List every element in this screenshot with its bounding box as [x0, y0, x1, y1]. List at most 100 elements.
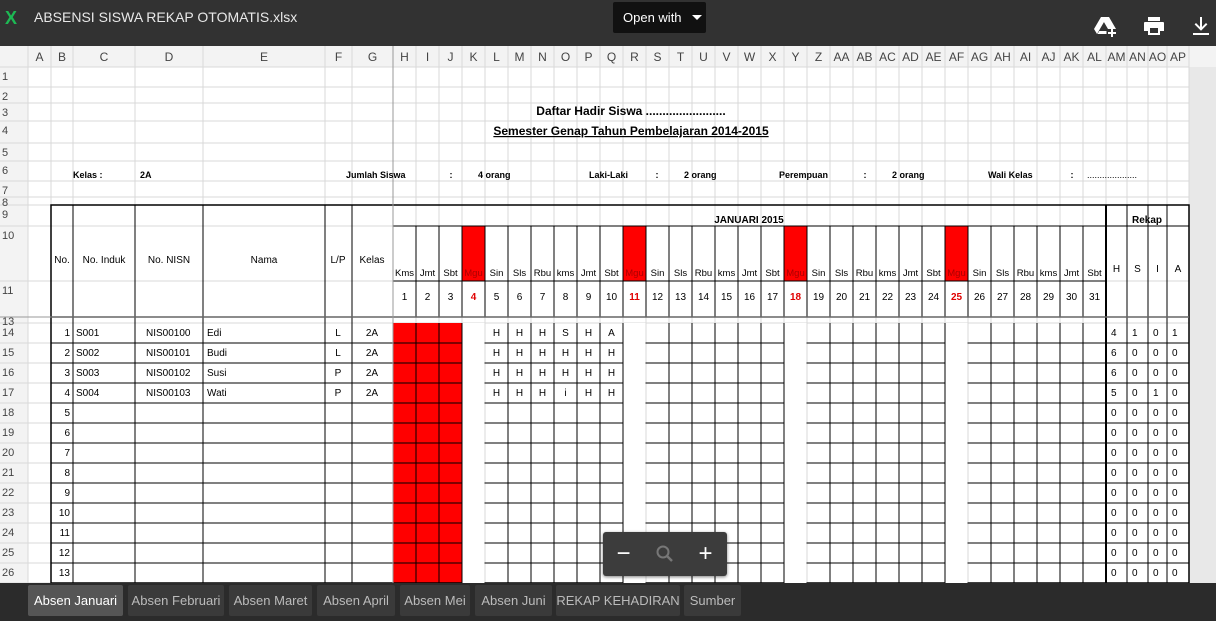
sheet-tab-7[interactable]: Sumber — [684, 585, 741, 616]
rekap-value: 0 — [1172, 348, 1178, 359]
date-5: 5 — [494, 292, 500, 303]
column-header-U: U — [699, 50, 708, 64]
sunday-column — [462, 323, 485, 583]
info-laki-label: Laki-Laki — [589, 170, 628, 180]
date-17: 17 — [767, 292, 779, 303]
attendance-mark: S — [562, 328, 569, 339]
zoom-in-button[interactable]: + — [685, 532, 726, 576]
attendance-mark: H — [516, 348, 523, 359]
rekap-value: 0 — [1153, 348, 1159, 359]
attendance-mark: H — [608, 368, 615, 379]
rekap-value: 0 — [1172, 368, 1178, 379]
sheet-tab-1[interactable]: Absen Februari — [128, 585, 224, 616]
rekap-value: 0 — [1132, 368, 1138, 379]
column-header-H: H — [400, 50, 409, 64]
column-header-F: F — [335, 50, 342, 64]
rekap-col-S: S — [1134, 264, 1141, 275]
row-header-16: 16 — [2, 367, 14, 379]
sheet-tab-3[interactable]: Absen April — [317, 585, 395, 616]
zoom-control: − + — [603, 532, 727, 576]
row-header-20: 20 — [2, 447, 14, 459]
header-induk: No. Induk — [83, 255, 127, 266]
attendance-mark: H — [562, 368, 569, 379]
row-header-9: 9 — [2, 209, 8, 221]
date-24: 24 — [928, 292, 940, 303]
student-nama: Susi — [207, 368, 226, 379]
attendance-mark: H — [585, 348, 592, 359]
column-header-J: J — [448, 50, 454, 64]
info-colon: : — [450, 170, 453, 180]
sheet-tab-4[interactable]: Absen Mei — [400, 585, 470, 616]
date-22: 22 — [882, 292, 894, 303]
open-with-button[interactable]: Open with — [613, 2, 706, 33]
spreadsheet-grid[interactable]: A B C D E F G H I J K L M N O P Q R S T U V W X Y Z AA AB AC AD AE AF AG… — [0, 46, 1216, 583]
zoom-out-button[interactable]: − — [603, 532, 644, 576]
student-no: 2 — [64, 348, 70, 359]
student-kelas: 2A — [366, 388, 379, 399]
day-name-12: Sin — [651, 268, 665, 279]
rekap-value: 0 — [1132, 448, 1138, 459]
day-name-27: Sls — [996, 268, 1009, 279]
attendance-mark: H — [493, 368, 500, 379]
day-name-28: Rbu — [1017, 268, 1034, 279]
student-no: 5 — [64, 408, 70, 419]
info-colon: : — [656, 170, 659, 180]
date-2: 2 — [425, 292, 431, 303]
column-header-N: N — [538, 50, 547, 64]
header-nama: Nama — [251, 255, 278, 266]
attendance-mark: H — [539, 368, 546, 379]
row-header-14: 14 — [2, 327, 14, 339]
rekap-value: 0 — [1153, 508, 1159, 519]
rekap-value: 0 — [1111, 528, 1117, 539]
rekap-value: 6 — [1111, 348, 1117, 359]
row-header-2: 2 — [2, 91, 8, 103]
student-nama: Wati — [207, 388, 227, 399]
rekap-value: 0 — [1172, 488, 1178, 499]
info-laki-value: 2 orang — [684, 170, 717, 180]
rekap-value: 0 — [1172, 468, 1178, 479]
rekap-value: 0 — [1153, 468, 1159, 479]
attendance-mark: H — [516, 328, 523, 339]
student-no: 6 — [64, 428, 70, 439]
student-nama: Budi — [207, 348, 227, 359]
rekap-value: 0 — [1153, 328, 1159, 339]
date-18: 18 — [790, 292, 802, 303]
date-7: 7 — [540, 292, 546, 303]
sheet-tab-2[interactable]: Absen Maret — [229, 585, 312, 616]
day-name-31: Sbt — [1087, 268, 1102, 279]
rekap-value: 0 — [1172, 408, 1178, 419]
rekap-value: 0 — [1132, 568, 1138, 579]
row-header-22: 22 — [2, 487, 14, 499]
rekap-value: 0 — [1153, 408, 1159, 419]
day-name-11: Mgu — [625, 268, 643, 279]
open-with-label: Open with — [623, 10, 682, 25]
date-14: 14 — [698, 292, 710, 303]
row-header-4: 4 — [2, 125, 8, 137]
student-no: 7 — [64, 448, 70, 459]
column-header-O: O — [561, 50, 570, 64]
rekap-value: 0 — [1111, 548, 1117, 559]
attendance-mark: H — [493, 348, 500, 359]
rekap-value: 0 — [1111, 488, 1117, 499]
download-icon[interactable] — [1189, 14, 1213, 38]
day-name-16: Jmt — [742, 268, 758, 279]
header-no: No. — [54, 255, 70, 266]
rekap-value: 0 — [1132, 388, 1138, 399]
drive-add-icon[interactable] — [1093, 14, 1117, 38]
sheet-tab-5[interactable]: Absen Juni — [475, 585, 552, 616]
rekap-value: 0 — [1111, 448, 1117, 459]
sheet-tab-6[interactable]: REKAP KEHADIRAN — [556, 585, 680, 616]
print-icon[interactable] — [1142, 14, 1166, 38]
day-name-14: Rbu — [695, 268, 712, 279]
column-header-AI: AI — [1020, 50, 1031, 64]
rekap-value: 0 — [1132, 468, 1138, 479]
file-title: ABSENSI SISWA REKAP OTOMATIS.xlsx — [34, 9, 298, 25]
column-header-AE: AE — [925, 50, 941, 64]
unused-area — [1189, 67, 1216, 583]
info-perempuan-label: Perempuan — [779, 170, 828, 180]
student-no: 13 — [59, 568, 71, 579]
sheet-tab-0[interactable]: Absen Januari — [28, 585, 123, 616]
attendance-mark: H — [539, 388, 546, 399]
date-29: 29 — [1043, 292, 1055, 303]
info-kelas-label: Kelas : — [73, 170, 103, 180]
